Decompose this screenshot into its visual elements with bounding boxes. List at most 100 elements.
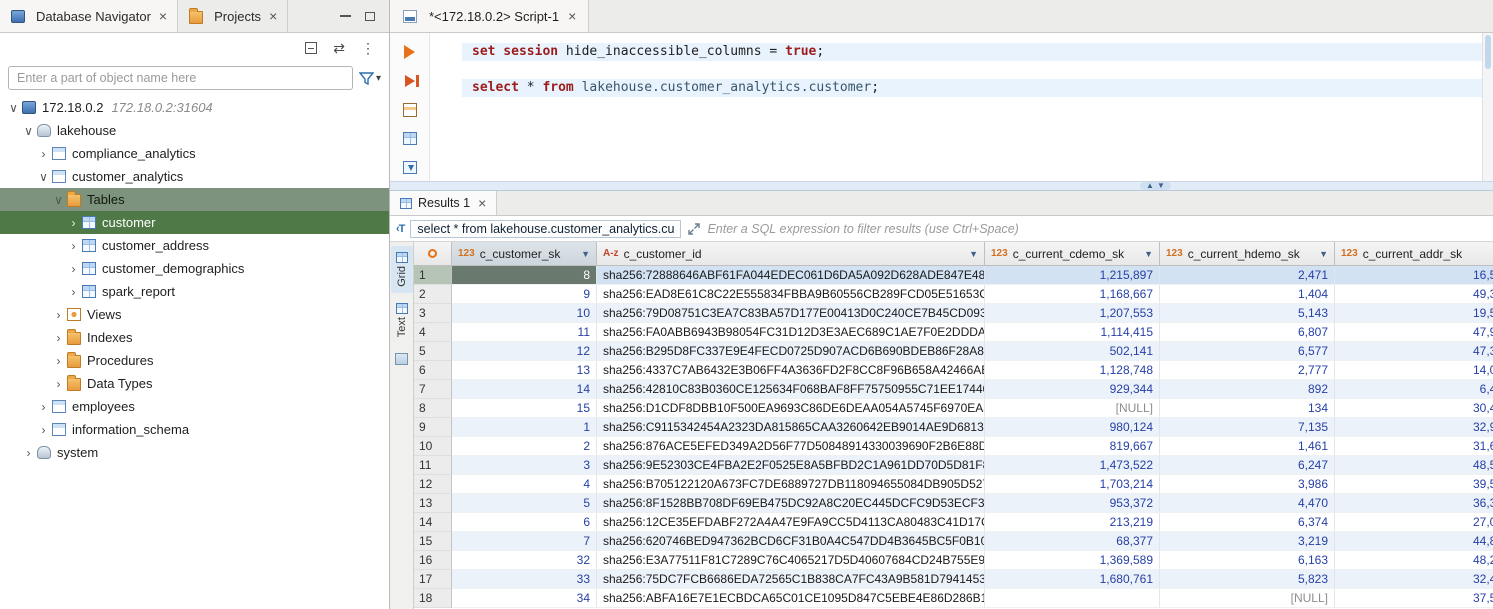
grid-cell[interactable]: 4,470 bbox=[1160, 494, 1335, 513]
close-icon[interactable]: × bbox=[568, 8, 576, 24]
column-menu-icon[interactable]: ▼ bbox=[581, 249, 590, 259]
grid-cell[interactable]: 15 bbox=[452, 399, 597, 418]
grid-cell[interactable]: sha256:E3A77511F81C7289C76C4065217D5D406… bbox=[597, 551, 985, 570]
grid-cell[interactable]: 48,29 bbox=[1335, 551, 1493, 570]
table-row[interactable]: 1834sha256:ABFA16E7E1ECBDCA65C01CE1095D8… bbox=[414, 589, 1493, 608]
grid-cell[interactable]: 3,219 bbox=[1160, 532, 1335, 551]
grid-cell[interactable]: sha256:9E52303CE4FBA2E2F0525E8A5BFBD2C1A… bbox=[597, 456, 985, 475]
grid-cell[interactable]: sha256:72888646ABF61FA044EDEC061D6DA5A09… bbox=[597, 266, 985, 285]
grid-cell[interactable]: sha256:C9115342454A2323DA815865CAA326064… bbox=[597, 418, 985, 437]
minimize-icon[interactable] bbox=[340, 15, 351, 17]
grid-cell[interactable]: 1,114,415 bbox=[985, 323, 1160, 342]
row-number[interactable]: 8 bbox=[414, 399, 452, 418]
grid-cell[interactable]: 7,135 bbox=[1160, 418, 1335, 437]
grid-cell[interactable]: 1,215,897 bbox=[985, 266, 1160, 285]
grid-cell[interactable]: 48,57 bbox=[1335, 456, 1493, 475]
grid-cell[interactable]: 6,807 bbox=[1160, 323, 1335, 342]
applied-query-text[interactable]: select * from lakehouse.customer_analyti… bbox=[410, 220, 681, 238]
load-script-icon[interactable] bbox=[400, 129, 420, 148]
grid-cell[interactable]: 6,577 bbox=[1160, 342, 1335, 361]
grid-cell[interactable]: 47,36 bbox=[1335, 342, 1493, 361]
grid-cell[interactable]: sha256:42810C83B0360CE125634F068BAF8FF75… bbox=[597, 380, 985, 399]
grid-cell[interactable]: 6,247 bbox=[1160, 456, 1335, 475]
grid-cell[interactable]: 49,38 bbox=[1335, 285, 1493, 304]
presentation-tab-grid[interactable]: Grid bbox=[391, 246, 413, 293]
results-tab[interactable]: Results 1 × bbox=[390, 191, 497, 215]
grid-cell[interactable]: 1,473,522 bbox=[985, 456, 1160, 475]
grid-cell[interactable]: 68,377 bbox=[985, 532, 1160, 551]
grid-cell[interactable]: 6,374 bbox=[1160, 513, 1335, 532]
filter-settings-button[interactable]: ▾ bbox=[359, 72, 381, 85]
editor-scrollbar[interactable] bbox=[1482, 33, 1493, 181]
table-row[interactable]: 512sha256:B295D8FC337E9E4FECD0725D907ACD… bbox=[414, 342, 1493, 361]
explain-plan-icon[interactable] bbox=[400, 100, 420, 119]
grid-cell[interactable]: 27,08 bbox=[1335, 513, 1493, 532]
row-number[interactable]: 4 bbox=[414, 323, 452, 342]
grid-cell[interactable]: 8 bbox=[452, 266, 597, 285]
table-row[interactable]: 815sha256:D1CDF8DBB10F500EA9693C86DE6DEA… bbox=[414, 399, 1493, 418]
tree-item-customer-demographics[interactable]: ›customer_demographics bbox=[0, 257, 389, 280]
grid-cell[interactable]: 4 bbox=[452, 475, 597, 494]
grid-cell[interactable]: sha256:876ACE5EFED349A2D56F77D5084891433… bbox=[597, 437, 985, 456]
table-row[interactable]: 310sha256:79D08751C3EA7C83BA57D177E00413… bbox=[414, 304, 1493, 323]
row-number[interactable]: 17 bbox=[414, 570, 452, 589]
grid-cell[interactable]: [NULL] bbox=[1160, 589, 1335, 608]
table-row[interactable]: 124sha256:B705122120A673FC7DE6889727DB11… bbox=[414, 475, 1493, 494]
grid-cell[interactable]: 36,36 bbox=[1335, 494, 1493, 513]
grid-cell[interactable]: 1,369,589 bbox=[985, 551, 1160, 570]
grid-cell[interactable]: 134 bbox=[1160, 399, 1335, 418]
grid-cell[interactable]: 19,58 bbox=[1335, 304, 1493, 323]
collapse-arrow-icon[interactable]: ∨ bbox=[6, 101, 21, 115]
grid-cell[interactable]: 3,986 bbox=[1160, 475, 1335, 494]
expand-arrow-icon[interactable]: › bbox=[21, 446, 36, 460]
column-menu-icon[interactable]: ▼ bbox=[969, 249, 978, 259]
grid-cell[interactable]: sha256:12CE35EFDABF272A4A47E9FA9CC5D4113… bbox=[597, 513, 985, 532]
column-menu-icon[interactable]: ▼ bbox=[1144, 249, 1153, 259]
code-line[interactable]: set session hide_inaccessible_columns = … bbox=[462, 43, 1482, 61]
grid-cell[interactable]: 32,94 bbox=[1335, 418, 1493, 437]
grid-cell[interactable]: 929,344 bbox=[985, 380, 1160, 399]
tree-item-views[interactable]: ›Views bbox=[0, 303, 389, 326]
grid-cell[interactable]: 980,124 bbox=[985, 418, 1160, 437]
collapse-arrow-icon[interactable]: ∨ bbox=[36, 170, 51, 184]
column-menu-icon[interactable]: ▼ bbox=[1319, 249, 1328, 259]
grid-cell[interactable]: 1,168,667 bbox=[985, 285, 1160, 304]
view-menu-icon[interactable]: ⋮ bbox=[361, 41, 375, 55]
column-header-c-customer-id[interactable]: A-zc_customer_id▼ bbox=[597, 242, 985, 265]
execute-statement-icon[interactable] bbox=[400, 42, 420, 61]
grid-corner-cell[interactable] bbox=[414, 242, 452, 265]
grid-cell[interactable]: sha256:ABFA16E7E1ECBDCA65C01CE1095D847C5… bbox=[597, 589, 985, 608]
table-row[interactable]: 18sha256:72888646ABF61FA044EDEC061D6DA5A… bbox=[414, 266, 1493, 285]
grid-cell[interactable]: 6 bbox=[452, 513, 597, 532]
grid-cell[interactable]: 1 bbox=[452, 418, 597, 437]
grid-cell[interactable]: sha256:79D08751C3EA7C83BA57D177E00413D0C… bbox=[597, 304, 985, 323]
table-row[interactable]: 714sha256:42810C83B0360CE125634F068BAF8F… bbox=[414, 380, 1493, 399]
grid-cell[interactable]: 1,680,761 bbox=[985, 570, 1160, 589]
grid-cell[interactable]: 1,404 bbox=[1160, 285, 1335, 304]
maximize-icon[interactable] bbox=[365, 12, 375, 21]
grid-cell[interactable]: 2,471 bbox=[1160, 266, 1335, 285]
grid-cell[interactable]: 37,50 bbox=[1335, 589, 1493, 608]
expand-arrow-icon[interactable]: › bbox=[66, 262, 81, 276]
grid-cell[interactable]: 1,128,748 bbox=[985, 361, 1160, 380]
grid-cell[interactable]: sha256:D1CDF8DBB10F500EA9693C86DE6DEAA05… bbox=[597, 399, 985, 418]
column-header-c-current-cdemo-sk[interactable]: 123c_current_cdemo_sk▼ bbox=[985, 242, 1160, 265]
grid-cell[interactable]: sha256:B295D8FC337E9E4FECD0725D907ACD6B6… bbox=[597, 342, 985, 361]
grid-cell[interactable]: 32 bbox=[452, 551, 597, 570]
grid-cell[interactable]: 34 bbox=[452, 589, 597, 608]
splitter-collapse-control[interactable]: ▲ ▼ bbox=[1140, 182, 1171, 190]
tree-item-procedures[interactable]: ›Procedures bbox=[0, 349, 389, 372]
row-number[interactable]: 6 bbox=[414, 361, 452, 380]
grid-cell[interactable]: 16,59 bbox=[1335, 266, 1493, 285]
column-header-c-current-hdemo-sk[interactable]: 123c_current_hdemo_sk▼ bbox=[1160, 242, 1335, 265]
presentation-tab-text[interactable]: Text bbox=[391, 297, 413, 343]
close-icon[interactable]: × bbox=[269, 8, 277, 24]
tree-item-data-types[interactable]: ›Data Types bbox=[0, 372, 389, 395]
row-number[interactable]: 7 bbox=[414, 380, 452, 399]
grid-cell[interactable]: 32,43 bbox=[1335, 570, 1493, 589]
expand-arrow-icon[interactable]: › bbox=[66, 239, 81, 253]
panel-tab-projects[interactable]: Projects× bbox=[178, 0, 288, 32]
grid-cell[interactable]: 33 bbox=[452, 570, 597, 589]
expand-arrow-icon[interactable]: › bbox=[66, 216, 81, 230]
tree-item-customer[interactable]: ›customer bbox=[0, 211, 389, 234]
